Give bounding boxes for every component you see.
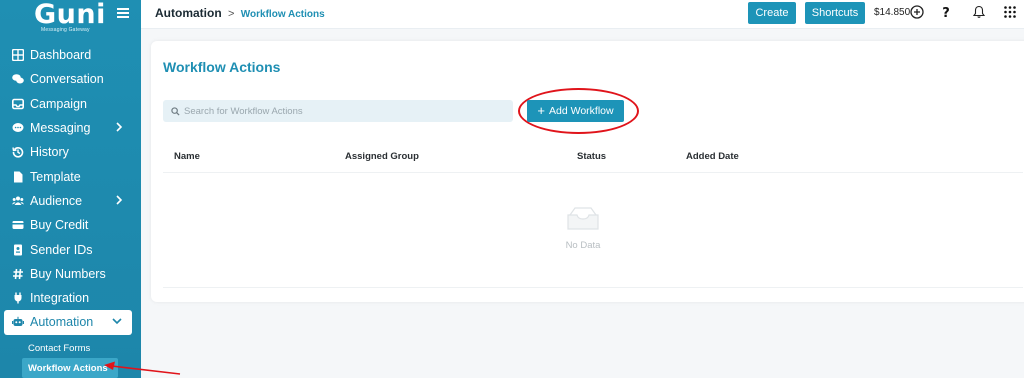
bell-icon[interactable]: [972, 5, 986, 19]
add-balance-icon[interactable]: [910, 5, 924, 19]
credit-card-icon: [11, 219, 24, 232]
column-header-name[interactable]: Name: [174, 151, 200, 162]
sidebar-item-campaign[interactable]: Campaign: [0, 92, 141, 116]
shortcuts-button[interactable]: Shortcuts: [805, 2, 865, 24]
sidebar-item-label: Sender IDs: [30, 242, 93, 257]
sidebar-item-buy-numbers[interactable]: Buy Numbers: [0, 262, 141, 286]
balance-display: $14.850: [874, 7, 911, 18]
id-badge-icon: [11, 243, 24, 256]
sidebar-item-label: Integration: [30, 291, 90, 306]
annotation-arrow-icon: [104, 361, 181, 375]
sidebar-item-label: History: [30, 145, 69, 160]
empty-state: No Data: [553, 205, 613, 251]
chevron-down-icon: [112, 318, 122, 325]
search-input[interactable]: [184, 105, 504, 117]
apps-grid-icon[interactable]: [1003, 5, 1017, 19]
page-title: Workflow Actions: [163, 59, 281, 75]
breadcrumb-current: Workflow Actions: [240, 9, 325, 20]
brand-tagline: Messaging Gateway: [41, 27, 90, 33]
svg-text:?: ?: [942, 6, 950, 19]
message-icon: [11, 122, 24, 135]
menu-toggle-icon[interactable]: [117, 8, 129, 20]
breadcrumb-root[interactable]: Automation: [155, 6, 222, 20]
sidebar-item-audience[interactable]: Audience: [0, 189, 141, 213]
sidebar-item-label: Automation: [30, 315, 94, 330]
sidebar: Guni Messaging Gateway Dashboard Convers…: [0, 0, 141, 378]
sidebar-item-label: Buy Numbers: [30, 266, 106, 281]
document-icon: [11, 170, 24, 183]
column-header-added-date[interactable]: Added Date: [686, 151, 739, 162]
sidebar-item-label: Dashboard: [30, 48, 92, 63]
sidebar-item-history[interactable]: History: [0, 140, 141, 164]
sidebar-item-dashboard[interactable]: Dashboard: [0, 43, 141, 67]
plus-icon: +: [537, 103, 545, 118]
workflow-card: Workflow Actions + Add Workflow Name Ass…: [151, 41, 1024, 302]
plug-icon: [11, 292, 24, 305]
sidebar-item-label: Campaign: [30, 96, 87, 111]
sidebar-item-integration[interactable]: Integration: [0, 286, 141, 310]
search-icon: [171, 106, 180, 116]
table-header: Name Assigned Group Status Added Date: [163, 143, 1023, 173]
add-workflow-label: Add Workflow: [549, 105, 614, 117]
search-box[interactable]: [163, 100, 513, 122]
breadcrumb: Automation > Workflow Actions: [155, 6, 325, 20]
hash-icon: [11, 267, 24, 280]
sidebar-item-template[interactable]: Template: [0, 164, 141, 188]
robot-icon: [11, 316, 24, 329]
column-header-assigned-group[interactable]: Assigned Group: [345, 151, 419, 162]
sidebar-item-conversation[interactable]: Conversation: [0, 67, 141, 91]
table-bottom-border: [163, 287, 1023, 288]
chevron-right-icon: [116, 122, 123, 132]
main-content: Workflow Actions + Add Workflow Name Ass…: [141, 29, 1024, 378]
subnav-item-contact-forms[interactable]: Contact Forms: [22, 338, 118, 358]
sidebar-nav: Dashboard Conversation Campaign Messagin…: [0, 43, 141, 335]
dashboard-icon: [11, 49, 24, 62]
chevron-right-icon: [116, 195, 123, 205]
sidebar-item-label: Messaging: [30, 121, 91, 136]
breadcrumb-separator: >: [228, 8, 235, 20]
history-icon: [11, 146, 24, 159]
chat-icon: [11, 73, 24, 86]
inbox-icon: [11, 97, 24, 110]
sidebar-item-buy-credit[interactable]: Buy Credit: [0, 213, 141, 237]
create-button[interactable]: Create: [748, 2, 796, 24]
sidebar-item-sender-ids[interactable]: Sender IDs: [0, 237, 141, 261]
sidebar-item-label: Template: [30, 169, 81, 184]
sidebar-item-label: Buy Credit: [30, 218, 89, 233]
sidebar-item-automation[interactable]: Automation: [4, 310, 132, 335]
empty-inbox-icon: [567, 207, 599, 230]
sidebar-item-messaging[interactable]: Messaging: [0, 116, 141, 140]
brand-logo[interactable]: Guni: [34, 1, 106, 28]
add-workflow-button[interactable]: + Add Workflow: [527, 100, 624, 122]
sidebar-item-label: Audience: [30, 193, 83, 208]
help-icon[interactable]: ?: [939, 5, 953, 19]
users-icon: [11, 194, 24, 207]
empty-state-text: No Data: [565, 240, 601, 251]
top-bar: Automation > Workflow Actions Create Sho…: [141, 0, 1024, 29]
sidebar-item-label: Conversation: [30, 72, 104, 87]
column-header-status[interactable]: Status: [577, 151, 606, 162]
